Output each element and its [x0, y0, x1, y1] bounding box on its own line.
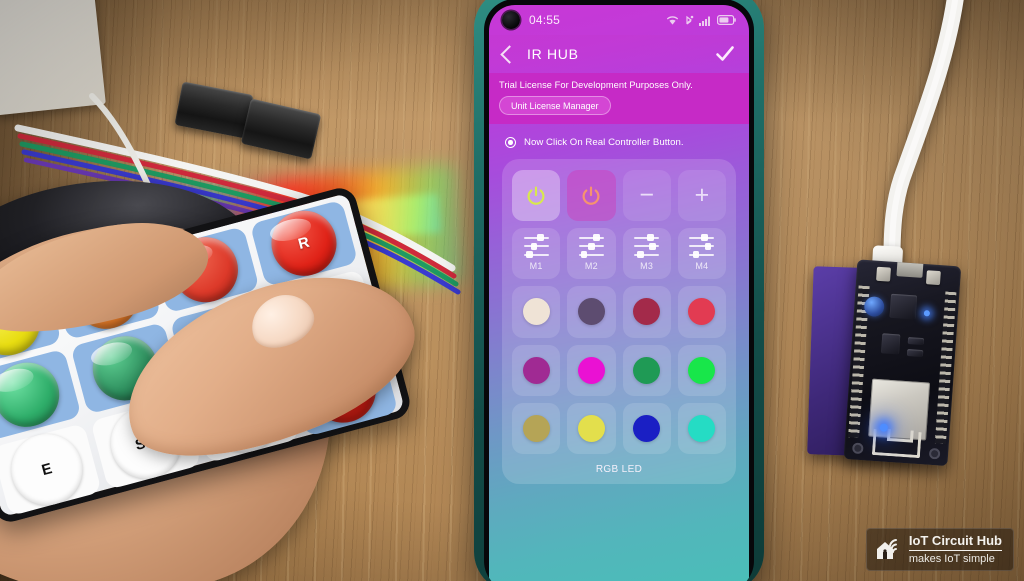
minus-icon: −	[639, 181, 654, 210]
page-title: IR HUB	[527, 46, 579, 62]
smd-chip	[881, 333, 901, 355]
memory-label: M2	[584, 260, 598, 271]
power-led	[923, 310, 931, 317]
record-target-icon	[505, 137, 516, 149]
controller-row-memory: M1 M2 M3 M4	[512, 228, 726, 280]
color-button[interactable]	[567, 286, 616, 338]
color-swatch	[577, 414, 605, 442]
battery-icon	[717, 15, 736, 25]
plus-icon: +	[694, 181, 710, 210]
watermark-subtitle: makes IoT simple	[908, 552, 995, 565]
usb-uart-chip	[889, 293, 918, 320]
controller-card: − + M1 M2 M3 M4 RGB LED	[502, 159, 736, 484]
reset-button[interactable]	[925, 270, 941, 286]
trial-message: Trial License For Development Purposes O…	[499, 80, 693, 90]
mounting-hole	[928, 447, 941, 460]
memory-label: M3	[640, 260, 654, 271]
color-button[interactable]	[567, 344, 616, 396]
color-button[interactable]	[622, 402, 671, 454]
color-button[interactable]	[512, 286, 561, 338]
memory-m4-button[interactable]: M4	[677, 228, 726, 280]
color-button[interactable]	[622, 286, 671, 338]
color-button[interactable]	[512, 344, 561, 396]
mounting-hole	[851, 442, 864, 455]
hint-row: Now Click On Real Controller Button.	[489, 124, 749, 157]
color-button[interactable]	[567, 402, 616, 454]
power-on-button[interactable]	[512, 170, 561, 222]
front-camera-punchhole	[502, 11, 520, 29]
sliders-icon	[523, 234, 549, 259]
color-button[interactable]	[677, 402, 726, 454]
color-button[interactable]	[512, 402, 561, 454]
color-swatch	[688, 298, 716, 326]
phone-bezel: 04:55 IR HUB Trial License For Developme…	[484, 0, 754, 581]
memory-label: M1	[529, 260, 543, 271]
capacitor	[863, 295, 885, 318]
pin-header-right	[934, 291, 957, 444]
checkmark-icon[interactable]	[714, 43, 736, 65]
power-icon	[580, 185, 602, 207]
flash-button[interactable]	[876, 266, 891, 282]
color-swatch	[577, 356, 605, 384]
color-swatch	[688, 356, 716, 384]
memory-label: M4	[695, 260, 709, 271]
unit-license-manager-button[interactable]: Unit License Manager	[499, 96, 611, 116]
memory-m2-button[interactable]: M2	[567, 228, 616, 280]
smartphone: 04:55 IR HUB Trial License For Developme…	[474, 0, 764, 581]
status-clock: 04:55	[529, 13, 561, 27]
color-button[interactable]	[622, 344, 671, 396]
brightness-up-button[interactable]: +	[677, 170, 726, 222]
controller-row-colors	[512, 344, 726, 396]
pcb-antenna	[871, 428, 922, 459]
color-swatch	[522, 298, 550, 326]
color-swatch	[522, 356, 550, 384]
color-swatch	[633, 356, 661, 384]
back-chevron-icon[interactable]	[500, 44, 519, 64]
board-pcb	[843, 259, 962, 467]
power-off-button[interactable]	[567, 170, 616, 222]
phone-screen[interactable]: 04:55 IR HUB Trial License For Developme…	[489, 5, 749, 581]
wifi-icon	[666, 15, 679, 26]
sliders-icon	[634, 234, 660, 259]
controller-row-power: − +	[512, 170, 726, 222]
scene-root: R E 04:55 IR HUB Trial License For Devel…	[0, 0, 1024, 581]
watermark-title: IoT Circuit Hub	[908, 534, 1002, 551]
card-footer-label: RGB LED	[595, 463, 643, 475]
trial-license-banner: Trial License For Development Purposes O…	[489, 73, 749, 125]
hint-text: Now Click On Real Controller Button.	[524, 137, 684, 149]
power-icon	[525, 185, 547, 207]
sliders-icon	[578, 234, 604, 259]
color-swatch	[633, 298, 661, 326]
brightness-down-button[interactable]: −	[622, 170, 671, 222]
house-wifi-icon	[875, 538, 901, 562]
color-swatch	[633, 414, 661, 442]
nodemcu-board	[807, 257, 969, 478]
app-bar: IR HUB	[489, 35, 749, 73]
controller-row-colors	[512, 402, 726, 454]
sliders-icon	[689, 234, 715, 259]
controller-row-colors	[512, 286, 726, 338]
bluetooth-sync-icon	[684, 15, 694, 26]
color-button[interactable]	[677, 344, 726, 396]
color-swatch	[577, 298, 605, 326]
signal-bars-icon	[699, 15, 712, 26]
memory-m1-button[interactable]: M1	[512, 228, 561, 280]
memory-m3-button[interactable]: M3	[622, 228, 671, 280]
color-swatch	[522, 414, 550, 442]
status-icons	[666, 15, 736, 26]
smd-resistor	[906, 349, 924, 358]
watermark: IoT Circuit Hub makes IoT simple	[865, 528, 1014, 571]
smd-resistor	[907, 337, 925, 346]
status-bar: 04:55	[489, 5, 749, 35]
color-swatch	[688, 414, 716, 442]
usb-cable	[883, 0, 964, 267]
color-button[interactable]	[677, 286, 726, 338]
